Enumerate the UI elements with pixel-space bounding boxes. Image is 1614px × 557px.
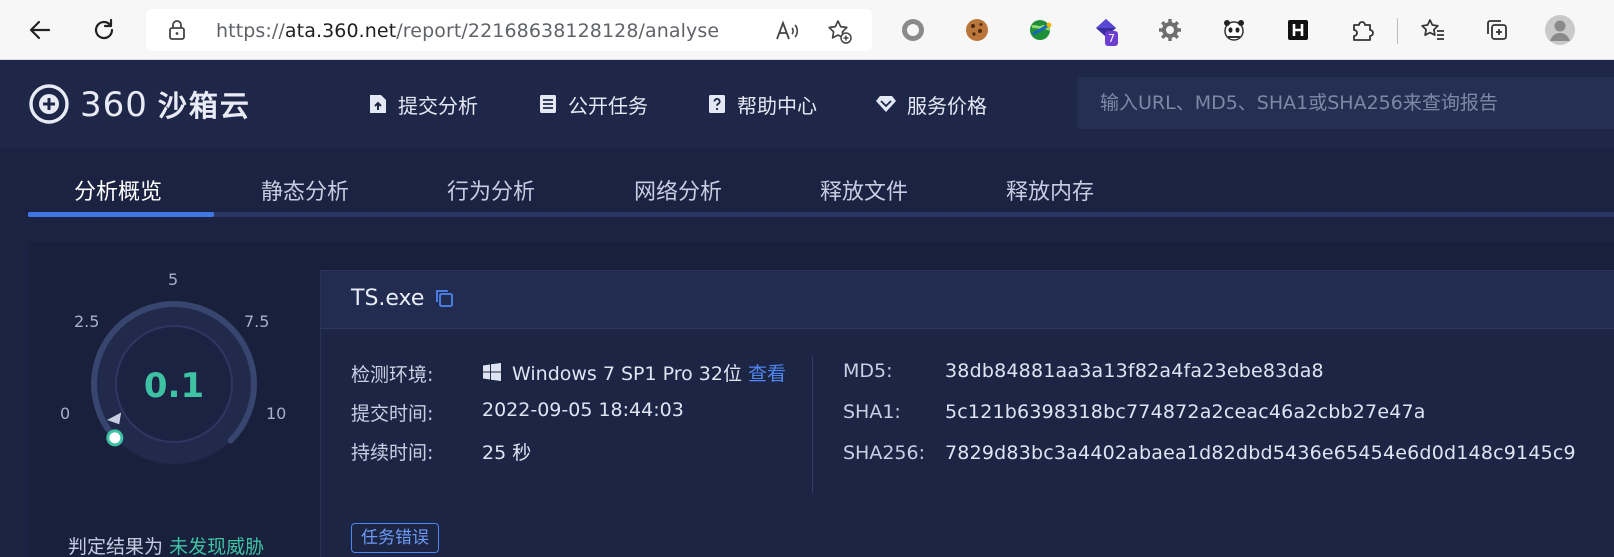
lock-icon xyxy=(168,19,186,45)
nav-label: 服务价格 xyxy=(907,93,987,118)
report-search[interactable] xyxy=(1077,77,1614,129)
cookie-extension-icon[interactable] xyxy=(961,14,993,46)
nav-label: 帮助中心 xyxy=(737,93,817,118)
search-input[interactable] xyxy=(1077,77,1614,129)
address-url: https://ata.360.net/report/2216863812812… xyxy=(216,20,720,42)
duration-label: 持续时间: xyxy=(351,442,434,464)
tab-behavior-analysis[interactable]: 行为分析 xyxy=(447,174,535,206)
nav-help-center[interactable]: 帮助中心 xyxy=(707,90,817,118)
h-extension-icon[interactable] xyxy=(1282,14,1314,46)
diamond-icon xyxy=(876,96,896,112)
logo[interactable]: 360 沙箱云 xyxy=(28,82,251,126)
task-status-tag[interactable]: 任务错误 xyxy=(351,523,439,553)
logo-plus-icon xyxy=(29,84,69,124)
score-gauge: 0 2.5 5 7.5 10 0.1 xyxy=(60,266,302,476)
gauge-tick-7-5: 7.5 xyxy=(244,312,270,331)
submit-icon xyxy=(370,95,386,113)
gauge-tick-2-5: 2.5 xyxy=(74,312,100,331)
gauge-score: 0.1 xyxy=(143,366,205,406)
gear-extension-icon[interactable] xyxy=(1154,14,1186,46)
sha256-value: 7829d83bc3a4402abaea1d82dbd5436e65454e6d… xyxy=(945,442,1576,464)
refresh-icon xyxy=(94,18,114,40)
overview-panel: 0 2.5 5 7.5 10 0.1 判定结果为 未发现威胁 TS.exe 检测… xyxy=(28,242,1614,557)
nav-label: 公开任务 xyxy=(568,93,648,118)
back-icon xyxy=(29,20,51,40)
favorite-add-icon[interactable] xyxy=(826,18,852,44)
collections-icon[interactable] xyxy=(1481,14,1513,46)
logo-text: 360 沙箱云 xyxy=(80,85,251,125)
globe-extension-icon[interactable] xyxy=(1025,14,1057,46)
address-bar[interactable]: https://ata.360.net/report/2216863812812… xyxy=(146,9,872,51)
profile-avatar-icon[interactable] xyxy=(1544,14,1576,46)
nav-label: 提交分析 xyxy=(398,93,478,118)
help-icon xyxy=(709,95,725,113)
gauge-tick-5: 5 xyxy=(168,270,179,289)
puzzle-extension-icon[interactable] xyxy=(1346,14,1378,46)
tab-dropped-files[interactable]: 释放文件 xyxy=(820,174,908,206)
submit-time-label: 提交时间: xyxy=(351,403,434,425)
sha1-value: 5c121b6398318bc774872a2ceac46a2cbb27e47a xyxy=(945,401,1426,423)
copy-icon[interactable] xyxy=(433,287,455,313)
file-info-card: TS.exe 检测环境: Windows 7 SP1 Pro 32位 查看 提交时… xyxy=(320,270,1614,557)
active-tab-indicator xyxy=(28,212,214,217)
submit-time-value: 2022-09-05 18:44:03 xyxy=(482,399,684,421)
tab-track xyxy=(28,212,1614,217)
read-aloud-icon[interactable] xyxy=(774,18,800,44)
verdict-result: 未发现威胁 xyxy=(169,536,265,557)
verdict-line: 判定结果为 未发现威胁 xyxy=(68,536,265,557)
md5-value: 38db84881aa3a13f82a4fa23ebe83da8 xyxy=(945,360,1324,382)
file-name: TS.exe xyxy=(351,286,425,311)
refresh-button[interactable] xyxy=(86,12,122,48)
md5-label: MD5: xyxy=(843,360,893,382)
nav-service-pricing[interactable]: 服务价格 xyxy=(875,90,987,118)
site-header: 360 沙箱云 提交分析 公开任务 帮助中心 服务价格 xyxy=(0,60,1614,148)
panda-extension-icon[interactable] xyxy=(1218,14,1250,46)
tab-overview[interactable]: 分析概览 xyxy=(74,174,162,206)
tab-released-memory[interactable]: 释放内存 xyxy=(1006,174,1094,206)
env-label: 检测环境: xyxy=(351,364,434,386)
windows-icon xyxy=(483,363,501,385)
extension-badge: 7 xyxy=(1105,31,1118,46)
tab-static-analysis[interactable]: 静态分析 xyxy=(261,174,349,206)
file-info-header: TS.exe xyxy=(321,271,1614,329)
env-value: Windows 7 SP1 Pro 32位 查看 xyxy=(512,363,787,385)
purple-gem-extension-icon[interactable]: 7 xyxy=(1090,14,1122,46)
report-tabs: 分析概览 静态分析 行为分析 网络分析 释放文件 释放内存 xyxy=(28,160,1614,218)
sha1-label: SHA1: xyxy=(843,401,901,423)
browser-toolbar: https://ata.360.net/report/2216863812812… xyxy=(0,0,1614,60)
duration-value: 25 秒 xyxy=(482,442,532,464)
tab-network-analysis[interactable]: 网络分析 xyxy=(634,174,722,206)
back-button[interactable] xyxy=(22,12,58,48)
circle-extension-icon[interactable] xyxy=(897,14,929,46)
gauge-tick-0: 0 xyxy=(60,404,71,423)
nav-public-tasks[interactable]: 公开任务 xyxy=(538,90,648,118)
favorites-icon[interactable] xyxy=(1417,14,1449,46)
info-divider xyxy=(812,357,813,493)
toolbar-separator xyxy=(1397,18,1398,44)
list-icon xyxy=(540,95,556,113)
gauge-tick-10: 10 xyxy=(266,404,287,423)
sha256-label: SHA256: xyxy=(843,442,926,464)
nav-submit-analysis[interactable]: 提交分析 xyxy=(368,90,478,118)
env-view-link[interactable]: 查看 xyxy=(748,363,786,385)
